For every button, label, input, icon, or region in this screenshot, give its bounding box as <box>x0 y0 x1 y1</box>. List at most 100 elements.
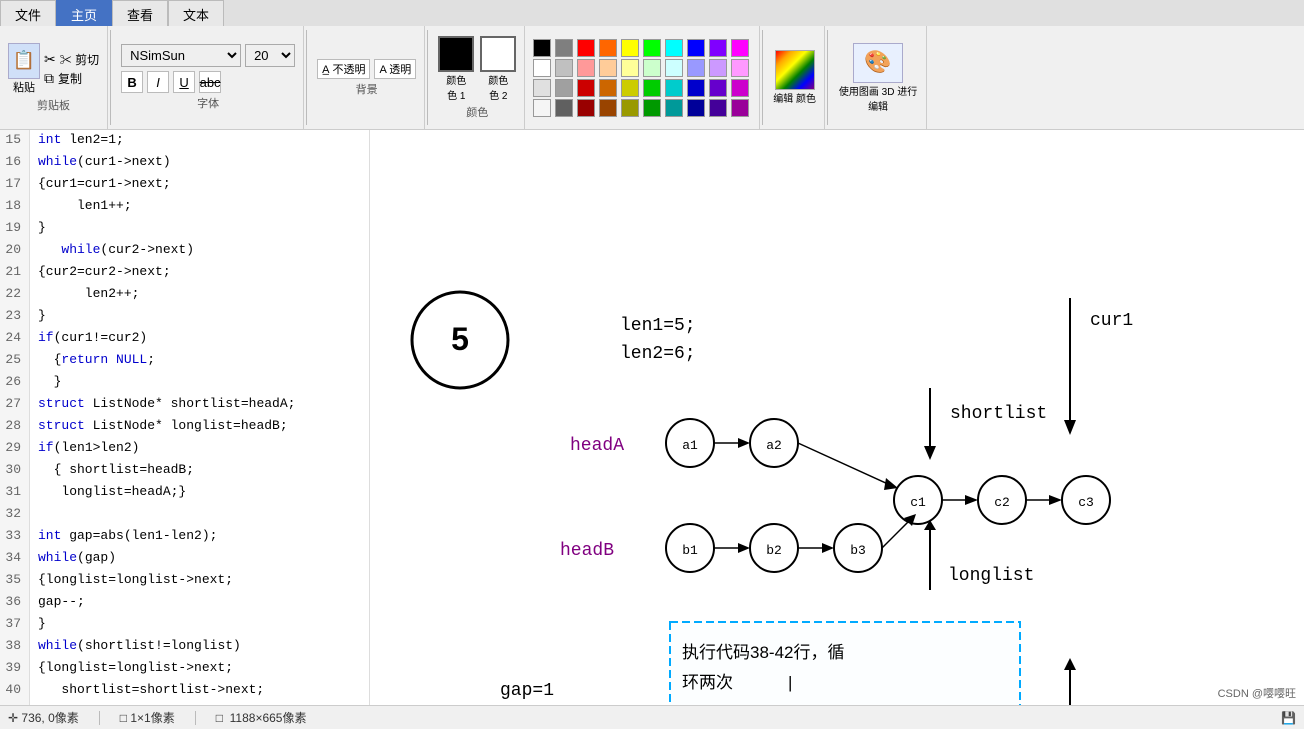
palette-color-23[interactable] <box>599 79 617 97</box>
palette-color-38[interactable] <box>709 99 727 117</box>
node-c3-text: c3 <box>1078 495 1094 510</box>
draw3d-icon[interactable]: 🎨 <box>853 43 903 83</box>
palette-color-17[interactable] <box>687 59 705 77</box>
headB-label: headB <box>560 541 614 561</box>
palette-color-16[interactable] <box>665 59 683 77</box>
palette-color-27[interactable] <box>687 79 705 97</box>
code-line-17: 17{cur1=cur1->next; <box>0 174 369 196</box>
code-line-28: 28struct ListNode* longlist=headB; <box>0 416 369 438</box>
palette-color-33[interactable] <box>599 99 617 117</box>
palette-color-11[interactable] <box>555 59 573 77</box>
use-draw-group: 🎨 使用图画 3D 进行编辑 <box>830 26 927 129</box>
palette-color-4[interactable] <box>621 39 639 57</box>
transparent-button[interactable]: A 透明 <box>374 59 416 79</box>
palette-color-15[interactable] <box>643 59 661 77</box>
color1-swatch[interactable] <box>438 36 474 72</box>
strikethrough-button[interactable]: abc <box>199 71 221 93</box>
watermark: CSDN @嘤嘤旺 <box>1218 685 1296 701</box>
arrow-b3-c1 <box>882 520 910 548</box>
line-number: 25 <box>0 350 30 372</box>
line-code-text: while(cur1->next) <box>30 152 171 174</box>
line-number: 34 <box>0 548 30 570</box>
cut-button[interactable]: ✂ ✂ 剪切 <box>44 51 99 68</box>
font-size-select[interactable]: 20 <box>245 44 295 67</box>
len2-text: len2=6; <box>620 344 696 364</box>
paste-button[interactable]: 📋 粘贴 <box>8 43 40 95</box>
line-number: 24 <box>0 328 30 350</box>
status-size: □ 1×1像素 <box>120 709 175 726</box>
palette-color-12[interactable] <box>577 59 595 77</box>
divider4 <box>762 30 763 125</box>
palette-color-20[interactable] <box>533 79 551 97</box>
font-group: NSimSun 20 B I U abc 字体 <box>113 26 304 129</box>
palette-color-6[interactable] <box>665 39 683 57</box>
transparent-label: 透明 <box>389 64 411 76</box>
palette-color-10[interactable] <box>533 59 551 77</box>
font-select[interactable]: NSimSun <box>121 44 241 67</box>
palette-color-5[interactable] <box>643 39 661 57</box>
italic-button[interactable]: I <box>147 71 169 93</box>
tab-file[interactable]: 文件 <box>0 0 56 26</box>
tab-view[interactable]: 查看 <box>112 0 168 26</box>
line-code-text: while(shortlist!=longlist) <box>30 636 241 658</box>
palette-color-22[interactable] <box>577 79 595 97</box>
line-code-text: } <box>30 614 46 636</box>
code-line-18: 18 len1++; <box>0 196 369 218</box>
save-icon[interactable]: 💾 <box>1281 711 1296 725</box>
palette-color-31[interactable] <box>555 99 573 117</box>
color-label: 颜色 <box>466 104 488 120</box>
line-code-text: struct ListNode* shortlist=headA; <box>30 394 295 416</box>
palette-color-36[interactable] <box>665 99 683 117</box>
paste-icon: 📋 <box>8 43 40 79</box>
palette-color-39[interactable] <box>731 99 749 117</box>
line-code-text: longlist=headA;} <box>30 482 186 504</box>
arrowhead-b1-b2 <box>738 543 750 553</box>
palette-color-9[interactable] <box>731 39 749 57</box>
palette-color-28[interactable] <box>709 79 727 97</box>
transparent-icon: A <box>379 64 386 76</box>
tab-text[interactable]: 文本 <box>168 0 224 26</box>
underline-button[interactable]: U <box>173 71 195 93</box>
palette-color-21[interactable] <box>555 79 573 97</box>
palette-color-29[interactable] <box>731 79 749 97</box>
bold-button[interactable]: B <box>121 71 143 93</box>
palette-color-32[interactable] <box>577 99 595 117</box>
node-c2-text: c2 <box>994 495 1010 510</box>
palette-color-18[interactable] <box>709 59 727 77</box>
code-line-19: 19} <box>0 218 369 240</box>
palette-color-24[interactable] <box>621 79 639 97</box>
canvas-panel[interactable]: 5 len1=5; len2=6; cur1 shortlist headA a… <box>370 130 1304 705</box>
tab-home[interactable]: 主页 <box>56 0 112 26</box>
code-line-36: 36gap--; <box>0 592 369 614</box>
palette-color-2[interactable] <box>577 39 595 57</box>
palette-color-26[interactable] <box>665 79 683 97</box>
palette-color-1[interactable] <box>555 39 573 57</box>
copy-icon: ⧉ <box>44 70 54 87</box>
palette-color-35[interactable] <box>643 99 661 117</box>
palette-color-7[interactable] <box>687 39 705 57</box>
line-code-text <box>30 504 38 526</box>
status-bar: ✛ 736, 0像素 □ 1×1像素 □ 1188×665像素 💾 <box>0 705 1304 729</box>
line-code-text: shortlist=shortlist->next; <box>30 680 264 702</box>
palette-color-8[interactable] <box>709 39 727 57</box>
line-number: 33 <box>0 526 30 548</box>
palette-color-19[interactable] <box>731 59 749 77</box>
palette-color-13[interactable] <box>599 59 617 77</box>
color-wheel[interactable] <box>775 50 815 90</box>
line-code-text: while(cur2->next) <box>30 240 194 262</box>
palette-color-37[interactable] <box>687 99 705 117</box>
copy-button[interactable]: ⧉ 复制 <box>44 70 99 87</box>
opaque-button[interactable]: A̲ 不透明 <box>317 59 370 79</box>
palette-color-34[interactable] <box>621 99 639 117</box>
divider1 <box>110 30 111 125</box>
palette-color-14[interactable] <box>621 59 639 77</box>
color2-swatch[interactable] <box>480 36 516 72</box>
code-line-30: 30 { shortlist=headB; <box>0 460 369 482</box>
palette-color-3[interactable] <box>599 39 617 57</box>
palette-color-0[interactable] <box>533 39 551 57</box>
bg-label: 背景 <box>356 81 378 97</box>
palette-color-25[interactable] <box>643 79 661 97</box>
palette-color-30[interactable] <box>533 99 551 117</box>
gap-label: gap=1 <box>500 681 554 701</box>
clipboard-group: 📋 粘贴 ✂ ✂ 剪切 ⧉ 复制 剪贴板 <box>0 26 108 129</box>
